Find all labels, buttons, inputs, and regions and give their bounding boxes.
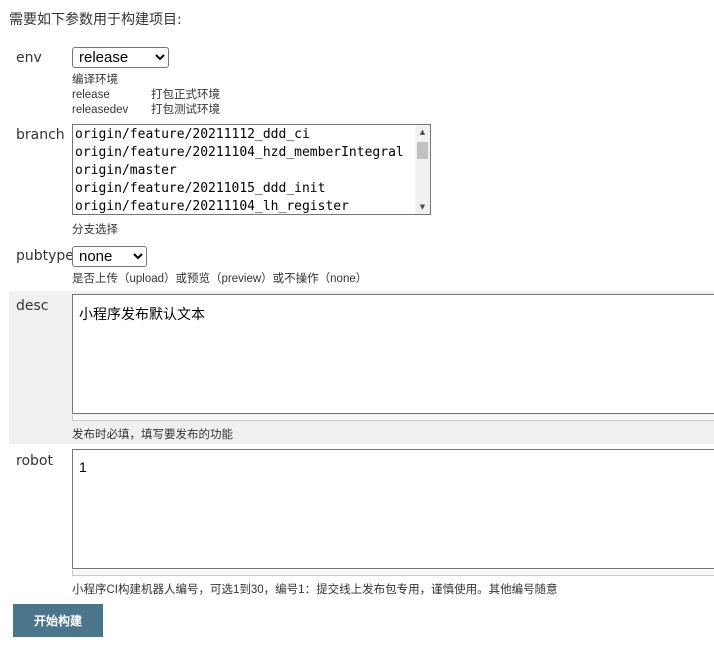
env-option-key: releasedev: [72, 104, 129, 116]
page-intro: 需要如下参数用于构建项目:: [9, 12, 182, 28]
robot-help: 小程序CI构建机器人编号，可选1到30，编号1：提交线上发布包专用，谨慎使用。其…: [72, 584, 558, 596]
robot-resize-handle[interactable]: [72, 570, 714, 576]
desc-row: desc 小程序发布默认文本 发布时必填，填写要发布的功能: [9, 291, 714, 444]
pubtype-select[interactable]: none: [72, 246, 147, 267]
env-option-help-row: release 打包正式环境: [72, 88, 220, 103]
branch-listbox[interactable]: origin/feature/20211112_ddd_ci origin/fe…: [72, 124, 431, 215]
branch-option[interactable]: origin/master: [75, 162, 404, 180]
pubtype-help: 是否上传（upload）或预览（preview）或不操作（none）: [72, 273, 368, 285]
pubtype-label: pubtype: [16, 248, 74, 264]
env-select[interactable]: release: [72, 47, 169, 68]
scroll-thumb[interactable]: [417, 142, 428, 159]
env-row: env release 编译环境 release 打包正式环境 released…: [9, 47, 714, 119]
env-help: 编译环境: [72, 74, 118, 86]
env-option-key: release: [72, 89, 110, 101]
branch-option[interactable]: origin/feature/20211104_hzd_memberIntegr…: [75, 144, 404, 162]
desc-label: desc: [16, 298, 49, 314]
env-label: env: [16, 50, 42, 66]
scroll-up-icon[interactable]: ▲: [415, 125, 430, 139]
desc-textarea[interactable]: 小程序发布默认文本: [72, 294, 714, 414]
branch-help: 分支选择: [72, 224, 118, 236]
robot-row: robot 1 小程序CI构建机器人编号，可选1到30，编号1：提交线上发布包专…: [9, 449, 714, 599]
robot-textarea[interactable]: 1: [72, 449, 714, 569]
env-option-desc: 打包测试环境: [151, 104, 220, 116]
pubtype-row: pubtype none 是否上传（upload）或预览（preview）或不操…: [9, 246, 714, 286]
env-option-desc: 打包正式环境: [151, 89, 220, 101]
pubtype-field: none: [72, 246, 147, 267]
scroll-down-icon[interactable]: ▼: [415, 200, 430, 214]
branch-option[interactable]: origin/feature/20211112_ddd_ci: [75, 126, 404, 144]
desc-help: 发布时必填，填写要发布的功能: [72, 429, 233, 441]
env-options-help: release 打包正式环境 releasedev 打包测试环境: [72, 88, 220, 118]
branch-option[interactable]: origin/feature/20211015_ddd_init: [75, 180, 404, 198]
env-option-help-row: releasedev 打包测试环境: [72, 103, 220, 118]
env-field: release: [72, 47, 169, 68]
branch-scrollbar[interactable]: ▲ ▼: [415, 125, 430, 214]
start-build-button[interactable]: 开始构建: [13, 604, 103, 637]
desc-resize-handle[interactable]: [72, 415, 714, 421]
branch-option[interactable]: origin/feature/20211104_lh_register: [75, 198, 404, 214]
branch-row: branch origin/feature/20211112_ddd_ci or…: [9, 124, 714, 236]
robot-label: robot: [16, 453, 53, 469]
branch-options: origin/feature/20211112_ddd_ci origin/fe…: [75, 126, 404, 214]
branch-label: branch: [16, 127, 65, 143]
